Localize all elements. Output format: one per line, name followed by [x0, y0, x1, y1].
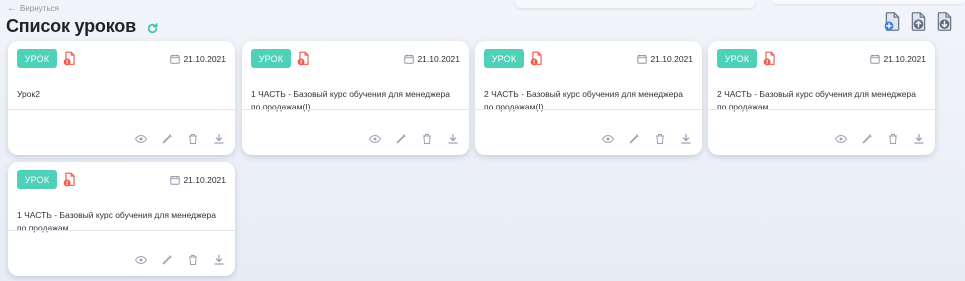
card-actions: [835, 133, 925, 145]
card-header: УРОК 21.10.2021: [717, 49, 926, 68]
divider: [708, 109, 935, 110]
date: 21.10.2021: [870, 54, 926, 64]
upload-file-icon[interactable]: [908, 11, 929, 32]
lesson-badge: УРОК: [717, 49, 757, 68]
card-header: УРОК 21.10.2021: [17, 49, 226, 68]
document-alert-icon: [530, 51, 542, 66]
document-alert-icon: [763, 51, 775, 66]
lesson-title: 2 ЧАСТЬ - Базовый курс обучения для мене…: [484, 89, 683, 112]
lesson-badge: УРОК: [484, 49, 524, 68]
refresh-icon[interactable]: [146, 22, 159, 35]
pencil-icon[interactable]: [161, 254, 173, 266]
title-row: Список уроков: [6, 16, 159, 37]
date-value: 21.10.2021: [417, 53, 460, 64]
trash-icon[interactable]: [654, 133, 666, 145]
trash-icon[interactable]: [187, 254, 199, 266]
top-actions: [882, 11, 955, 32]
pencil-icon[interactable]: [861, 133, 873, 145]
top-panel-edge-right: [772, 0, 965, 4]
card-header: УРОК 21.10.2021: [17, 170, 226, 189]
lesson-title: 1 ЧАСТЬ - Базовый курс обучения для мене…: [17, 210, 216, 233]
calendar-icon: [870, 54, 881, 64]
download-file-icon[interactable]: [934, 11, 955, 32]
pencil-icon[interactable]: [161, 133, 173, 145]
calendar-icon: [170, 175, 181, 185]
trash-icon[interactable]: [187, 133, 199, 145]
document-alert-icon: [297, 51, 309, 66]
card-header: УРОК 21.10.2021: [251, 49, 460, 68]
date: 21.10.2021: [170, 54, 226, 64]
download-icon[interactable]: [213, 133, 225, 145]
lesson-card[interactable]: УРОК 21.10.2021 2 ЧАСТЬ - Базовый курс о…: [708, 41, 935, 155]
card-actions: [135, 133, 225, 145]
download-icon[interactable]: [447, 133, 459, 145]
eye-icon[interactable]: [135, 133, 147, 145]
back-label: Вернуться: [20, 4, 59, 13]
pencil-icon[interactable]: [628, 133, 640, 145]
eye-icon[interactable]: [369, 133, 381, 145]
lesson-badge: УРОК: [17, 170, 57, 189]
download-icon[interactable]: [913, 133, 925, 145]
trash-icon[interactable]: [887, 133, 899, 145]
lesson-badge: УРОК: [251, 49, 291, 68]
add-file-icon[interactable]: [882, 11, 903, 32]
pencil-icon[interactable]: [395, 133, 407, 145]
download-icon[interactable]: [213, 254, 225, 266]
date-value: 21.10.2021: [183, 174, 226, 185]
date: 21.10.2021: [404, 54, 460, 64]
calendar-icon: [637, 54, 648, 64]
arrow-left-icon: ←: [7, 2, 17, 14]
card-header: УРОК 21.10.2021: [484, 49, 693, 68]
lesson-card[interactable]: УРОК 21.10.2021 1 ЧАСТЬ - Базовый курс о…: [8, 162, 235, 276]
date: 21.10.2021: [637, 54, 693, 64]
calendar-icon: [170, 54, 181, 64]
date: 21.10.2021: [170, 175, 226, 185]
download-icon[interactable]: [680, 133, 692, 145]
date-value: 21.10.2021: [650, 53, 693, 64]
divider: [475, 109, 702, 110]
lesson-title: 1 ЧАСТЬ - Базовый курс обучения для мене…: [251, 89, 450, 112]
eye-icon[interactable]: [835, 133, 847, 145]
date-value: 21.10.2021: [183, 53, 226, 64]
lesson-card[interactable]: УРОК 21.10.2021 1 ЧАСТЬ - Базовый курс о…: [242, 41, 469, 155]
eye-icon[interactable]: [602, 133, 614, 145]
divider: [8, 109, 235, 110]
back-link[interactable]: ← Вернуться: [7, 2, 59, 14]
card-actions: [135, 254, 225, 266]
page-title: Список уроков: [6, 16, 136, 36]
divider: [8, 230, 235, 231]
lesson-badge: УРОК: [17, 49, 57, 68]
lesson-card[interactable]: УРОК 21.10.2021 Урок2: [8, 41, 235, 155]
document-alert-icon: [63, 51, 75, 66]
calendar-icon: [404, 54, 415, 64]
lesson-title: 2 ЧАСТЬ - Базовый курс обучения для мене…: [717, 89, 916, 112]
lesson-card[interactable]: УРОК 21.10.2021 2 ЧАСТЬ - Базовый курс о…: [475, 41, 702, 155]
divider: [242, 109, 469, 110]
trash-icon[interactable]: [421, 133, 433, 145]
card-actions: [369, 133, 459, 145]
date-value: 21.10.2021: [883, 53, 926, 64]
card-actions: [602, 133, 692, 145]
lesson-title: Урок2: [17, 89, 40, 99]
document-alert-icon: [63, 172, 75, 187]
eye-icon[interactable]: [135, 254, 147, 266]
top-panel-edge: [515, 0, 755, 8]
